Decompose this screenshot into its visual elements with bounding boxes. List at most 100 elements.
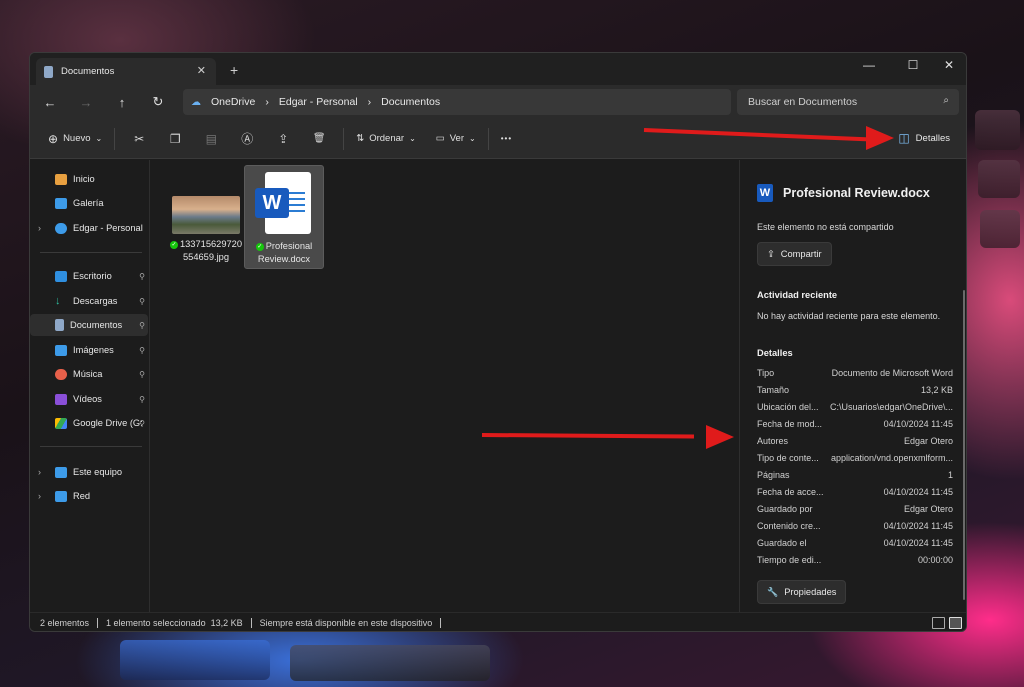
address-bar[interactable]: ☁ OneDrive › Edgar - Personal › Document… [183, 89, 731, 115]
navigation-bar: ← → ↑ ↻ ☁ OneDrive › Edgar - Personal › … [30, 85, 966, 119]
property-key: Guardado por [757, 504, 813, 514]
breadcrumb-onedrive[interactable]: OneDrive [211, 96, 255, 108]
sidebar-item-inicio[interactable]: Inicio [30, 168, 148, 190]
sidebar-item-red[interactable]: › Red [30, 485, 148, 507]
sort-button-label: Ordenar [369, 133, 405, 144]
desktop-icon [55, 270, 67, 282]
file-item-jpg[interactable]: ✓ 133715629720 554659.jpg [166, 196, 246, 266]
property-key: Autores [757, 436, 789, 446]
breadcrumb-edgar-personal[interactable]: Edgar - Personal [279, 96, 358, 108]
view-button[interactable]: ▭ Ver ⌄ [430, 126, 482, 152]
share-button[interactable]: ⇪ [265, 132, 301, 146]
toolbar-divider [487, 127, 489, 150]
forward-button[interactable]: → [68, 95, 104, 110]
property-value: Documento de Microsoft Word [831, 368, 953, 378]
sidebar-item-label: Galería [73, 198, 104, 208]
view-icon: ▭ [435, 133, 445, 144]
pin-icon: ⚲ [139, 345, 145, 355]
plus-circle-icon: ⊕ [48, 131, 59, 146]
home-icon [55, 173, 67, 185]
share-button[interactable]: ⇪ Compartir [757, 242, 832, 266]
details-heading: Detalles [757, 348, 793, 358]
close-tab-icon[interactable]: ✕ [197, 64, 206, 77]
property-value: 13,2 KB [920, 385, 953, 395]
properties-button[interactable]: 🔧 Propiedades [757, 580, 847, 604]
property-value: 04/10/2024 11:45 [883, 419, 953, 429]
sidebar-item-musica[interactable]: Música ⚲ [30, 363, 148, 385]
sidebar-item-label: Red [73, 491, 91, 501]
new-button[interactable]: ⊕ Nuevo ⌄ [42, 126, 108, 152]
copy-button[interactable]: ❐ [157, 132, 193, 146]
share-icon: ⇪ [767, 248, 775, 259]
sidebar-item-label: Inicio [73, 174, 95, 184]
sidebar-item-label: Imágenes [73, 345, 114, 355]
property-row: Contenido cre... 04/10/2024 11:45 [757, 521, 953, 535]
up-button[interactable]: ↑ [104, 95, 140, 110]
property-value: C:\Usuarios\edgar\OneDrive\... [829, 402, 953, 412]
more-options-button[interactable]: ••• [495, 126, 518, 152]
details-pane-icon: ◫ [898, 131, 910, 145]
sidebar-item-este-equipo[interactable]: › Este equipo [30, 461, 148, 483]
minimize-button[interactable]: — [854, 58, 884, 72]
sort-button[interactable]: ⇅ Ordenar ⌄ [350, 126, 422, 152]
tab-documentos[interactable]: Documentos ✕ [36, 58, 216, 85]
file-list: ✓ 133715629720 554659.jpg W ✓ Profesional … [151, 160, 738, 612]
status-divider [97, 618, 99, 628]
sidebar-item-label: Vídeos [73, 394, 102, 404]
sidebar-item-galeria[interactable]: Galería [30, 192, 148, 214]
chevron-right-icon[interactable]: › [38, 491, 41, 501]
music-icon [55, 368, 67, 380]
sidebar-item-documentos[interactable]: Documentos ⚲ [30, 314, 148, 336]
breadcrumb-separator: › [265, 96, 269, 108]
sidebar-item-label: Google Drive (G: [73, 418, 143, 428]
file-item-docx[interactable]: W ✓ Profesional Review.docx [244, 165, 324, 269]
view-button-label: Ver [449, 133, 465, 144]
details-scrollbar[interactable] [963, 290, 965, 600]
property-key: Ubicación del... [757, 402, 819, 412]
cut-button[interactable]: ✂ [121, 132, 157, 146]
pin-icon: ⚲ [139, 418, 145, 428]
property-key: Fecha de mod... [757, 419, 823, 429]
delete-button[interactable]: 🗑 [301, 133, 337, 144]
refresh-button[interactable]: ↻ [140, 94, 176, 110]
pin-icon: ⚲ [139, 369, 145, 379]
back-button[interactable]: ← [32, 95, 68, 110]
sidebar-divider [40, 446, 142, 447]
property-row: Autores Edgar Otero [757, 436, 953, 450]
background-key [290, 645, 490, 681]
close-window-button[interactable]: ✕ [934, 58, 964, 72]
large-icons-view-toggle[interactable] [949, 617, 962, 629]
property-value: Edgar Otero [903, 504, 953, 514]
property-key: Tamaño [757, 385, 790, 395]
maximize-button[interactable]: ☐ [898, 58, 928, 72]
chevron-right-icon[interactable]: › [38, 223, 41, 233]
breadcrumb-documentos[interactable]: Documentos [381, 96, 440, 108]
paste-button[interactable]: ▤ [193, 132, 229, 146]
rename-button[interactable]: Ⓐ [229, 130, 265, 147]
tab-title: Documentos [61, 66, 115, 77]
sidebar-item-edgar-personal[interactable]: › Edgar - Personal [30, 217, 148, 239]
property-row: Tamaño 13,2 KB [757, 385, 953, 399]
property-key: Páginas [757, 470, 790, 480]
sidebar-divider [40, 252, 142, 253]
search-input[interactable]: Buscar en Documentos ⌕ [737, 89, 959, 115]
new-tab-button[interactable]: + [230, 62, 238, 78]
file-name: ✓ Profesional Review.docx [245, 240, 323, 265]
new-button-label: Nuevo [63, 133, 91, 144]
details-button-label: Detalles [915, 132, 950, 144]
chevron-right-icon[interactable]: › [38, 467, 41, 477]
activity-heading: Actividad reciente [757, 290, 838, 300]
details-pane-button[interactable]: ◫ Detalles [898, 131, 950, 145]
sidebar-item-escritorio[interactable]: Escritorio ⚲ [30, 265, 148, 287]
background-key [975, 110, 1020, 150]
property-row: Ubicación del... C:\Usuarios\edgar\OneDri… [757, 402, 953, 416]
details-view-toggle[interactable] [932, 617, 945, 629]
sidebar-item-imagenes[interactable]: Imágenes ⚲ [30, 339, 148, 361]
property-key: Tiempo de edi... [757, 555, 822, 565]
sidebar-item-google-drive[interactable]: Google Drive (G: ⚲ [30, 412, 148, 434]
sidebar-item-videos[interactable]: Vídeos ⚲ [30, 388, 148, 410]
sync-check-icon: ✓ [169, 240, 178, 249]
sidebar-item-descargas[interactable]: ↓ Descargas ⚲ [30, 290, 148, 312]
property-value: 04/10/2024 11:45 [883, 538, 953, 548]
onedrive-cloud-icon [55, 222, 67, 234]
